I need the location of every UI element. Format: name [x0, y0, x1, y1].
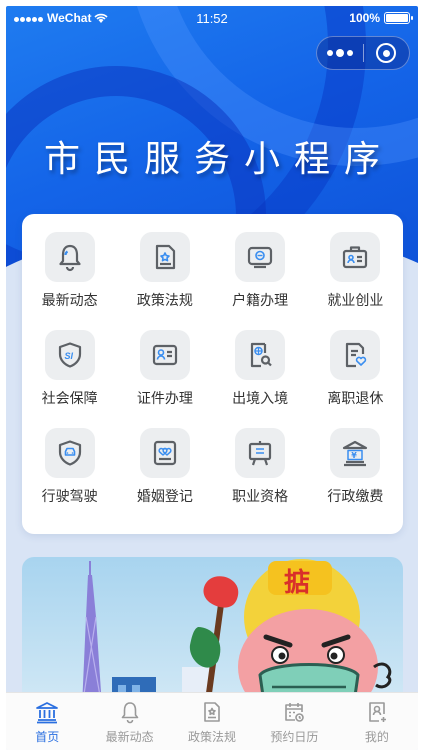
service-item-marriage[interactable]: 婚姻登记	[117, 428, 212, 506]
service-item-id-cards[interactable]: 证件办理	[117, 330, 212, 408]
car-shield-icon	[44, 428, 95, 478]
service-item-social-security[interactable]: SI 社会保障	[22, 330, 117, 408]
service-label: 社会保障	[41, 391, 98, 407]
tab-news[interactable]: 最新动态	[88, 693, 170, 750]
passport-search-icon	[235, 330, 286, 380]
tab-policy[interactable]: 政策法规	[171, 693, 253, 750]
mascot-hat-text: 掂	[284, 568, 310, 598]
tab-label: 政策法规	[188, 730, 237, 744]
service-item-exit-entry[interactable]: 出境入境	[213, 330, 308, 408]
service-label: 行驶驾驶	[41, 489, 98, 505]
tab-home[interactable]: 首页	[6, 693, 88, 750]
svg-text:SI: SI	[64, 351, 73, 361]
service-label: 最新动态	[41, 293, 98, 309]
policy-document-icon	[139, 232, 190, 282]
resignation-heart-icon	[330, 330, 381, 380]
marriage-certificate-icon	[139, 428, 190, 478]
service-item-news[interactable]: 最新动态	[22, 232, 117, 310]
service-label: 证件办理	[136, 391, 193, 407]
page-title: 市民服务小程序	[43, 139, 394, 180]
more-menu-button[interactable]	[317, 48, 363, 57]
miniprogram-capsule	[316, 36, 410, 70]
briefcase-id-icon	[330, 232, 381, 282]
battery-percent: 100%	[349, 11, 380, 25]
profile-icon	[364, 699, 390, 725]
calendar-icon	[281, 699, 307, 725]
policy-document-icon	[199, 699, 225, 725]
bell-icon	[117, 699, 143, 725]
service-label: 就业创业	[327, 293, 384, 309]
tab-label: 首页	[35, 730, 60, 744]
social-security-shield-icon: SI	[44, 330, 95, 380]
service-item-policy[interactable]: 政策法规	[117, 232, 212, 310]
status-bar: WeChat 11:52 100%	[6, 6, 418, 32]
yuan-building-icon: ¥	[330, 428, 381, 478]
household-register-icon	[235, 232, 286, 282]
service-item-fees[interactable]: ¥ 行政缴费	[308, 428, 403, 506]
bell-icon	[44, 232, 95, 282]
close-miniprogram-button[interactable]	[363, 43, 409, 63]
service-item-retirement[interactable]: 离职退休	[308, 330, 403, 408]
service-label: 户籍办理	[232, 293, 289, 309]
tab-calendar[interactable]: 预约日历	[253, 693, 335, 750]
service-item-qualification[interactable]: 职业资格	[213, 428, 308, 506]
bottom-tab-bar: 首页 最新动态 政策法规 预约日历 我的	[6, 692, 418, 750]
home-building-icon	[34, 699, 60, 725]
id-card-icon	[139, 330, 190, 380]
service-item-driving[interactable]: 行驶驾驶	[22, 428, 117, 506]
tab-label: 预约日历	[270, 730, 319, 744]
tab-label: 最新动态	[105, 730, 154, 744]
service-item-household[interactable]: 户籍办理	[213, 232, 308, 310]
service-grid: 最新动态 政策法规 户籍办理 就业创业 SI 社会保障 证件办理 出境入境 离职…	[22, 232, 403, 506]
service-label: 婚姻登记	[136, 489, 193, 505]
service-label: 行政缴费	[327, 489, 384, 505]
battery-icon	[384, 12, 413, 24]
service-grid-card: 最新动态 政策法规 户籍办理 就业创业 SI 社会保障 证件办理 出境入境 离职…	[22, 214, 403, 534]
presentation-board-icon	[235, 428, 286, 478]
tab-mine[interactable]: 我的	[336, 693, 418, 750]
svg-text:¥: ¥	[352, 451, 358, 460]
tab-label: 我的	[364, 730, 389, 744]
app-screen: WeChat 11:52 100% 市民服务小程序 最新动态 政策法规 户籍办理…	[6, 6, 418, 750]
service-item-employment[interactable]: 就业创业	[308, 232, 403, 310]
service-label: 政策法规	[136, 293, 193, 309]
service-label: 离职退休	[327, 391, 384, 407]
service-label: 职业资格	[232, 489, 289, 505]
service-label: 出境入境	[232, 391, 289, 407]
